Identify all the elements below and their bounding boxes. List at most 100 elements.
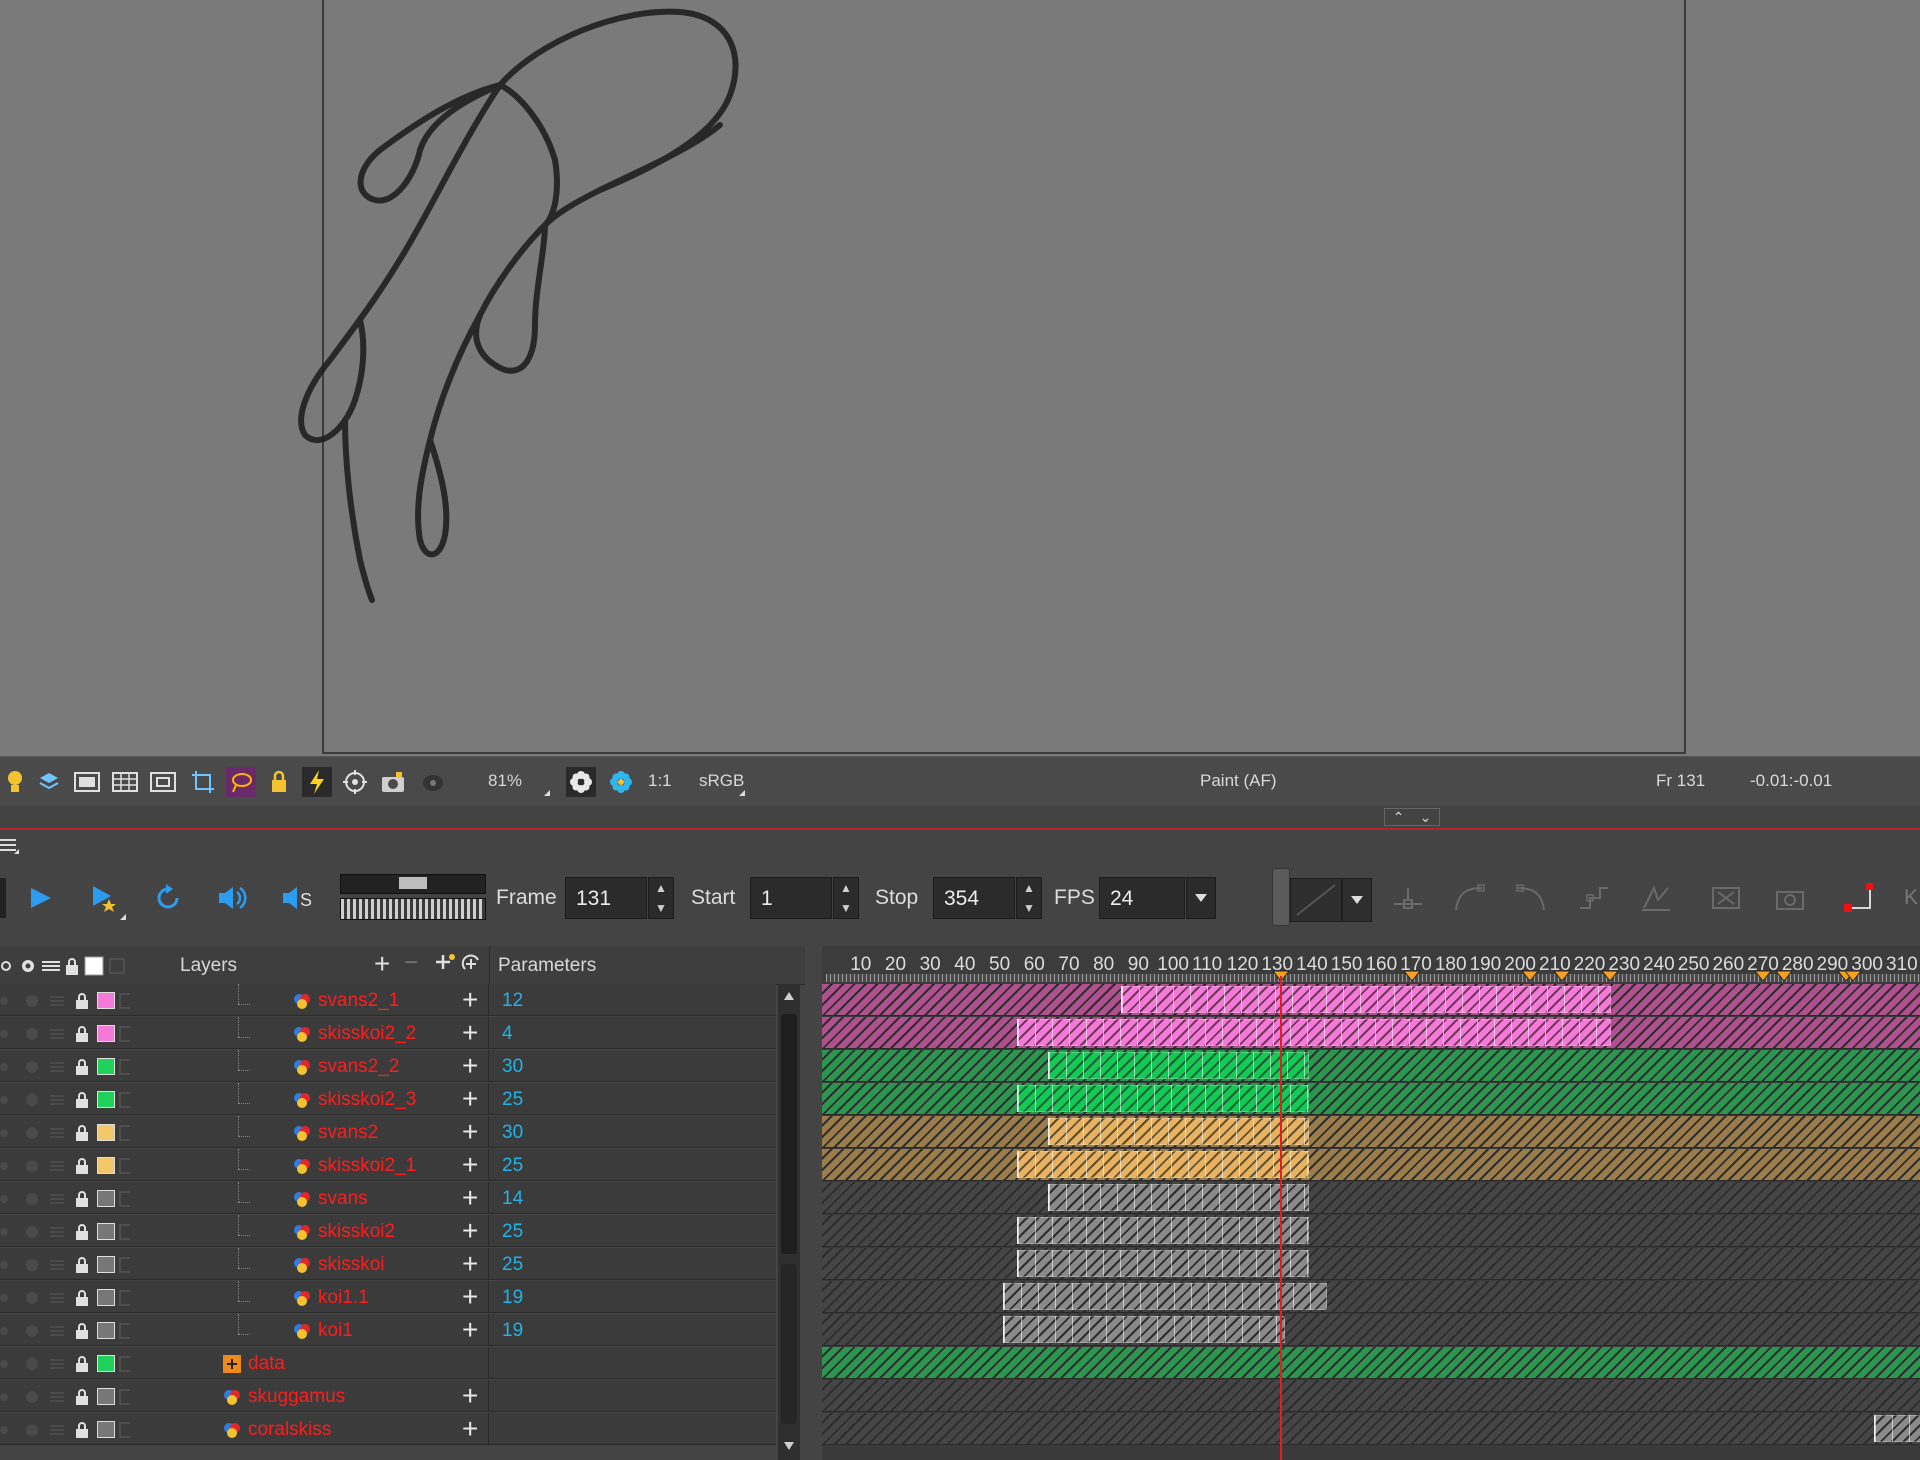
track-row[interactable] [822, 1017, 1920, 1049]
exposure-block[interactable] [1120, 986, 1612, 1013]
add-parameter-button[interactable]: + [462, 1019, 478, 1047]
add-parameter-button[interactable]: + [462, 1316, 478, 1344]
layer-row[interactable]: data [0, 1347, 776, 1379]
lock-icon[interactable] [264, 767, 294, 797]
stop-field[interactable]: 354 [933, 877, 1015, 919]
zoom-level[interactable]: 81% [488, 771, 522, 791]
layer-color-swatch[interactable] [97, 992, 115, 1009]
track-row[interactable] [822, 1413, 1920, 1445]
parameter-value[interactable]: 25 [502, 1254, 523, 1276]
fps-field[interactable]: 24 [1099, 877, 1185, 919]
exposure-block[interactable] [1048, 1052, 1310, 1079]
parameter-value[interactable]: 14 [502, 1188, 523, 1210]
timeline-track-area[interactable]: 10 20 30 40 50 60 70 80 90 100 110 120 130 140 150 160 1… [822, 946, 1920, 1460]
exposure-block[interactable] [1016, 1019, 1612, 1046]
noise-key-icon[interactable] [1636, 878, 1676, 918]
layer-name[interactable]: coralskiss [248, 1419, 331, 1441]
parameter-value[interactable]: 25 [502, 1221, 523, 1243]
exposure-block[interactable] [1002, 1316, 1286, 1343]
parameter-value[interactable]: 19 [502, 1287, 523, 1309]
exposure-block[interactable] [1016, 1217, 1310, 1244]
linear-key-icon[interactable] [1388, 878, 1428, 918]
stop-spinner[interactable]: ▲ ▼ [1016, 877, 1042, 919]
layer-color-swatch[interactable] [97, 1388, 115, 1405]
color-space-dropdown-icon[interactable] [739, 790, 745, 796]
toolbar-grip[interactable] [1272, 868, 1290, 926]
add-parameter-button[interactable]: + [462, 1052, 478, 1080]
layer-name[interactable]: svans2_1 [318, 990, 399, 1012]
layer-color-swatch[interactable] [97, 1025, 115, 1042]
add-sparkle-icon[interactable] [434, 951, 456, 978]
start-spinner[interactable]: ▲ ▼ [833, 877, 859, 919]
keyframe-marker-icon[interactable] [1552, 970, 1571, 982]
track-row[interactable] [822, 1248, 1920, 1280]
parameter-value[interactable]: 30 [502, 1122, 523, 1144]
start-field[interactable]: 1 [750, 877, 832, 919]
layer-name[interactable]: skisskoi2_3 [318, 1089, 416, 1111]
parameter-value[interactable]: 12 [502, 990, 523, 1012]
pixel-ratio[interactable]: 1:1 [648, 771, 672, 791]
layer-row[interactable]: svans2 +30 [0, 1116, 776, 1148]
layer-color-swatch[interactable] [97, 1058, 115, 1075]
keyframe-marker-icon[interactable] [1753, 970, 1772, 982]
layer-color-swatch[interactable] [97, 1091, 115, 1108]
lasso-icon[interactable] [226, 767, 256, 797]
sound-scrub-icon[interactable]: S [278, 878, 318, 918]
layer-name[interactable]: koi1.1 [318, 1287, 369, 1309]
scroll-up-icon[interactable] [784, 992, 794, 1000]
red-corner-icon[interactable] [1838, 878, 1878, 918]
exposure-block[interactable] [1048, 1184, 1310, 1211]
step-key-icon[interactable] [1574, 878, 1614, 918]
add-parameter-button[interactable]: + [462, 1283, 478, 1311]
track-row[interactable] [822, 1149, 1920, 1181]
layer-color-swatch[interactable] [97, 1190, 115, 1207]
keyframe-marker-icon[interactable] [1844, 970, 1863, 982]
exposure-block[interactable] [1873, 1415, 1920, 1442]
layer-row[interactable]: koi1 +19 [0, 1314, 776, 1346]
exposure-block[interactable] [1016, 1250, 1310, 1277]
frame-ruler[interactable]: 10 20 30 40 50 60 70 80 90 100 110 120 130 140 150 160 1… [822, 946, 1920, 985]
layer-color-swatch[interactable] [97, 1355, 115, 1372]
target-icon[interactable] [340, 767, 370, 797]
ease-out-icon[interactable] [1512, 878, 1552, 918]
layer-row[interactable]: coralskiss + [0, 1413, 776, 1445]
camera-key-icon[interactable] [1770, 878, 1810, 918]
crop-icon[interactable] [188, 767, 218, 797]
add-parameter-button[interactable]: + [462, 1151, 478, 1179]
add-parameter-button[interactable]: + [462, 1184, 478, 1212]
track-row[interactable] [822, 1083, 1920, 1115]
panel-menu-icon[interactable] [0, 836, 20, 856]
playhead[interactable] [1279, 976, 1282, 1460]
layer-color-swatch[interactable] [97, 1157, 115, 1174]
layer-color-swatch[interactable] [97, 1289, 115, 1306]
layer-name[interactable]: skuggamus [248, 1386, 345, 1408]
panel-splitter[interactable]: ⌃ ⌄ [0, 806, 1920, 830]
volume-slider[interactable] [340, 874, 486, 894]
loop-icon[interactable] [148, 878, 188, 918]
frame-field[interactable]: 131 [565, 877, 647, 919]
frame-spinner[interactable]: ▲ ▼ [648, 877, 674, 919]
add-parameter-button[interactable]: + [462, 1250, 478, 1278]
scroll-down-icon[interactable] [784, 1442, 794, 1450]
play-icon[interactable] [20, 878, 60, 918]
interpolation-swatch[interactable] [1290, 878, 1342, 922]
zoom-dropdown-icon[interactable] [544, 790, 550, 796]
parameter-value[interactable]: 25 [502, 1155, 523, 1177]
exposure-block[interactable] [1016, 1085, 1310, 1112]
layer-row[interactable]: svans2_2 +30 [0, 1050, 776, 1082]
safe-area-icon[interactable] [148, 767, 178, 797]
layer-row[interactable]: svans +14 [0, 1182, 776, 1214]
keyframe-marker-icon[interactable] [1601, 970, 1620, 982]
volume-slider-handle[interactable] [399, 877, 427, 889]
onion-skin-icon[interactable] [418, 767, 448, 797]
exposure-block[interactable] [1016, 1151, 1310, 1178]
add-layer-button[interactable]: + [374, 948, 390, 980]
add-parameter-button[interactable]: + [462, 1415, 478, 1443]
keyframe-marker-icon[interactable] [1403, 970, 1422, 982]
sound-icon[interactable] [212, 878, 252, 918]
track-row[interactable] [822, 1281, 1920, 1313]
layer-name[interactable]: skisskoi2 [318, 1221, 395, 1243]
layer-row[interactable]: skisskoi2_2 +4 [0, 1017, 776, 1049]
grid-icon[interactable] [110, 767, 140, 797]
parameter-value[interactable]: 30 [502, 1056, 523, 1078]
